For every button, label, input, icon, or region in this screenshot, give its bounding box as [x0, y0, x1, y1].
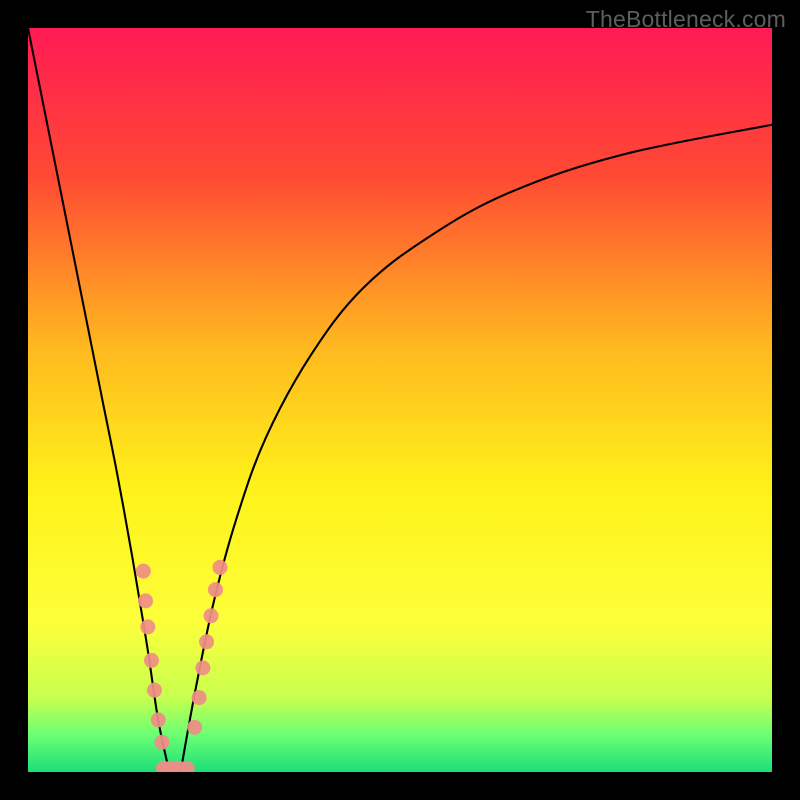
data-point — [208, 582, 223, 597]
data-point — [140, 619, 155, 634]
chart-frame: TheBottleneck.com — [0, 0, 800, 800]
plot-area — [28, 28, 772, 772]
data-point — [147, 683, 162, 698]
data-point — [192, 690, 207, 705]
watermark-text: TheBottleneck.com — [586, 6, 786, 33]
data-point — [204, 608, 219, 623]
data-point — [187, 720, 202, 735]
data-point — [151, 712, 166, 727]
data-point — [136, 564, 151, 579]
data-point — [212, 560, 227, 575]
data-point — [199, 634, 214, 649]
chart-svg — [28, 28, 772, 772]
data-point — [144, 653, 159, 668]
gradient-background — [28, 28, 772, 772]
data-point — [195, 660, 210, 675]
data-point — [138, 593, 153, 608]
data-point — [154, 735, 169, 750]
